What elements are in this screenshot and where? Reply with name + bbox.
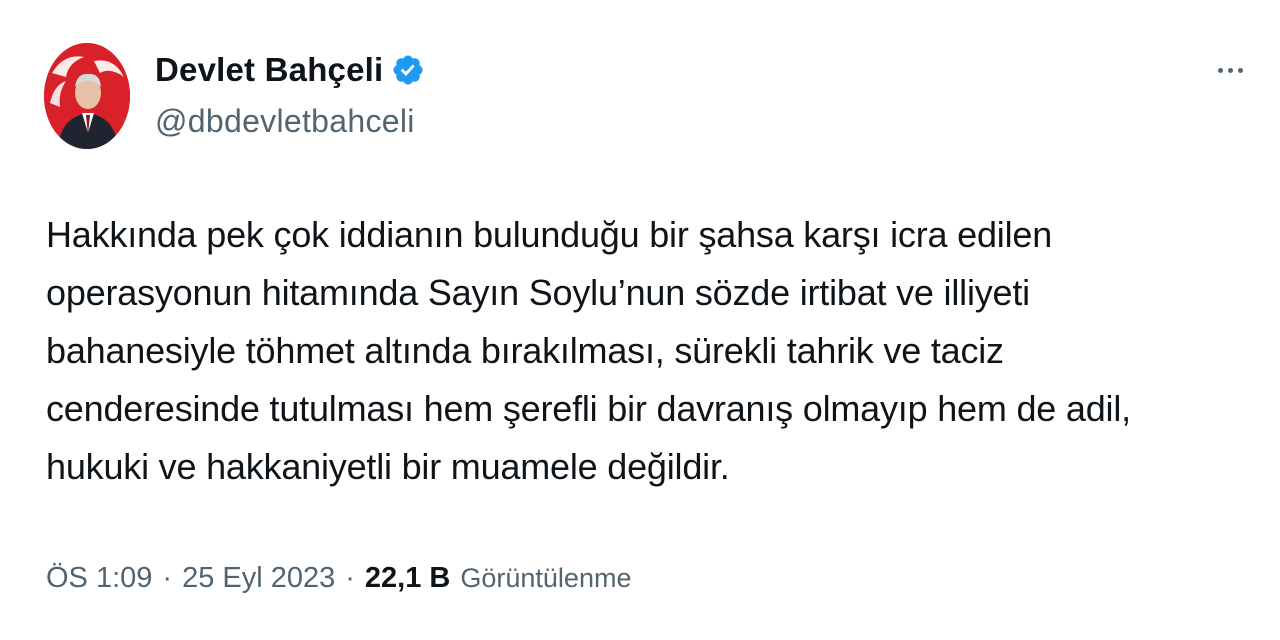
views-label: Görüntülenme — [460, 563, 632, 593]
verified-badge-icon — [391, 53, 425, 87]
meta-separator: · — [345, 562, 355, 594]
author-handle[interactable]: @dbdevletbahceli — [155, 103, 415, 140]
tweet-text: Hakkında pek çok iddianın bulunduğu bir … — [46, 214, 1131, 487]
views-count[interactable]: 22,1 B — [365, 562, 450, 595]
tweet-date[interactable]: 25 Eyl 2023 — [182, 562, 335, 595]
tweet-meta: ÖS 1:09 · 25 Eyl 2023 · 22,1 B Görüntüle… — [46, 562, 631, 595]
author-display-name[interactable]: Devlet Bahçeli — [155, 51, 383, 89]
meta-separator: · — [162, 562, 173, 594]
profile-photo-icon — [44, 43, 130, 149]
tweet-time[interactable]: ÖS 1:09 — [46, 562, 152, 595]
avatar[interactable] — [44, 43, 130, 149]
more-options-button[interactable] — [1210, 55, 1250, 85]
more-horizontal-icon — [1217, 67, 1223, 73]
author-name-row: Devlet Bahçeli — [155, 50, 425, 90]
tweet-card: Devlet Bahçeli @dbdevletbahceli Hakkında… — [0, 0, 1280, 640]
